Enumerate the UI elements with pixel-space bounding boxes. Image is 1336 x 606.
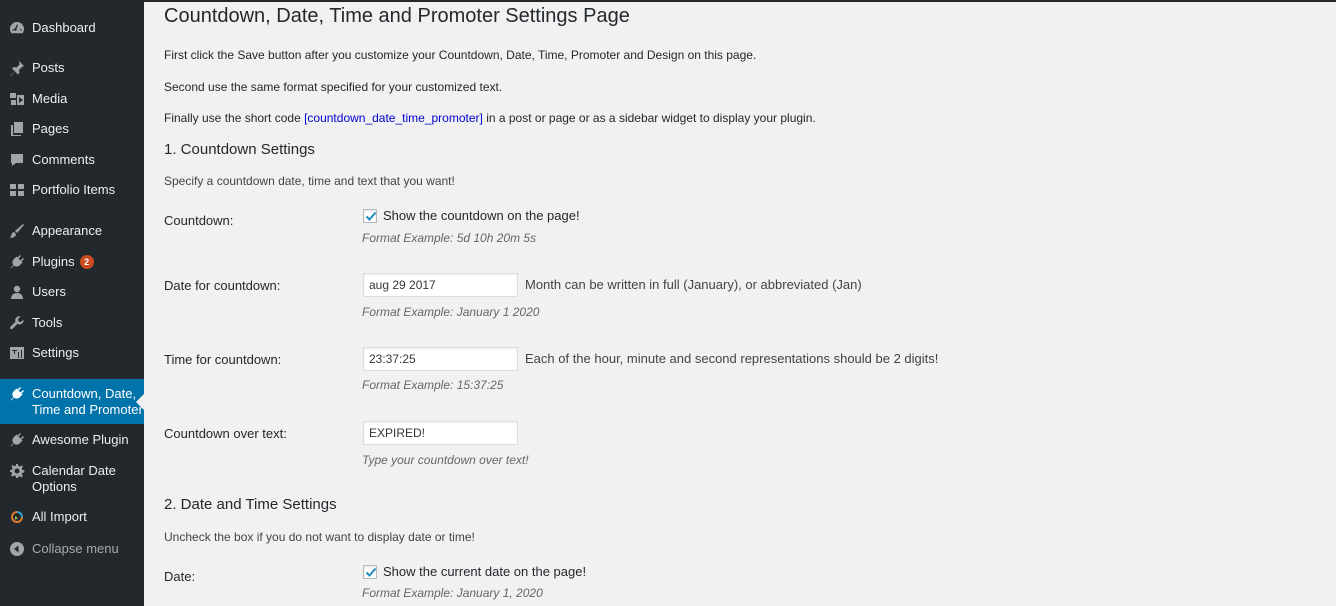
sidebar-item-label: Portfolio Items xyxy=(32,182,116,197)
sidebar-item-all-import[interactable]: All Import xyxy=(0,509,144,525)
intro-step-2: Second use the same format specified for… xyxy=(164,80,503,94)
sidebar-item-label: Plugins 2 xyxy=(32,254,94,270)
sidebar-item-label: Collapse menu xyxy=(32,541,119,556)
show-countdown-checkbox-label[interactable]: Show the countdown on the page! xyxy=(383,208,580,223)
sidebar-item-portfolio-items[interactable]: Portfolio Items xyxy=(0,182,144,198)
sidebar-item-comments[interactable]: Comments xyxy=(0,152,144,168)
sidebar-item-users[interactable]: Users xyxy=(0,284,144,300)
date-display-format-example: Format Example: January 1, 2020 xyxy=(362,586,543,600)
sidebar-item-label: Awesome Plugin xyxy=(32,432,129,447)
countdown-settings-description: Specify a countdown date, time and text … xyxy=(164,174,455,188)
sidebar-item-label: All Import xyxy=(32,509,87,524)
shortcode-link[interactable]: [countdown_date_time_promoter] xyxy=(304,111,483,125)
gear-icon xyxy=(9,463,25,479)
pin-icon xyxy=(9,60,25,76)
intro-step-1: First click the Save button after you cu… xyxy=(164,48,757,62)
countdown-over-text-label: Countdown over text: xyxy=(164,426,287,441)
import-icon xyxy=(9,509,25,525)
countdown-checkbox-row: Show the countdown on the page! xyxy=(363,208,580,223)
sidebar-item-label: Countdown, Date, Time and Promoter xyxy=(32,386,143,417)
date-format-example: Format Example: January 1 2020 xyxy=(362,305,540,319)
countdown-label: Countdown: xyxy=(164,213,234,228)
sidebar-item-label: Dashboard xyxy=(32,20,96,35)
sidebar-item-label: Users xyxy=(32,284,66,299)
comment-icon xyxy=(9,152,25,168)
date-time-settings-heading: 2. Date and Time Settings xyxy=(164,496,337,513)
time-for-countdown-label: Time for countdown: xyxy=(164,352,282,367)
pages-icon xyxy=(9,121,25,137)
sidebar-item-posts[interactable]: Posts xyxy=(0,60,144,76)
dashboard-icon xyxy=(9,20,25,36)
plugins-update-badge: 2 xyxy=(79,255,94,269)
sidebar-item-label: Tools xyxy=(32,315,63,330)
sidebar-item-awesome-plugin[interactable]: Awesome Plugin xyxy=(0,432,144,448)
countdown-over-text-example: Type your countdown over text! xyxy=(362,453,529,467)
intro-step-3: Finally use the short code [countdown_da… xyxy=(164,111,816,125)
countdown-format-example: Format Example: 5d 10h 20m 5s xyxy=(362,231,537,245)
page-title: Countdown, Date, Time and Promoter Setti… xyxy=(164,5,630,27)
time-for-countdown-input[interactable] xyxy=(363,347,518,371)
show-date-checkbox[interactable] xyxy=(363,564,377,579)
countdown-over-text-input[interactable] xyxy=(363,421,518,445)
date-label: Date: xyxy=(164,569,196,584)
main-content: Countdown, Date, Time and Promoter Setti… xyxy=(144,0,1336,606)
user-icon xyxy=(9,284,25,300)
admin-sidebar: Dashboard Posts Media Pages Comments Por… xyxy=(0,0,144,606)
sidebar-item-label: Comments xyxy=(32,152,95,167)
sidebar-item-pages[interactable]: Pages xyxy=(0,121,144,137)
date-for-countdown-hint: Month can be written in full (January), … xyxy=(525,277,862,292)
date-time-settings-description: Uncheck the box if you do not want to di… xyxy=(164,530,475,544)
sidebar-item-calendar-date-options[interactable]: Calendar Date Options xyxy=(0,463,144,495)
sidebar-item-label: Posts xyxy=(32,60,65,75)
collapse-menu-button[interactable]: Collapse menu xyxy=(0,541,144,557)
time-format-example: Format Example: 15:37:25 xyxy=(362,378,504,392)
sidebar-item-plugins[interactable]: Plugins 2 xyxy=(0,254,144,270)
brush-icon xyxy=(9,223,25,239)
sidebar-item-label: Appearance xyxy=(32,223,103,238)
date-for-countdown-input[interactable] xyxy=(363,273,518,297)
sidebar-item-tools[interactable]: Tools xyxy=(0,315,144,331)
sidebar-item-label: Settings xyxy=(32,345,79,360)
sidebar-item-countdown-date-time-promoter[interactable]: Countdown, Date, Time and Promoter xyxy=(0,379,144,424)
sidebar-item-media[interactable]: Media xyxy=(0,91,144,107)
show-countdown-checkbox[interactable] xyxy=(363,208,377,223)
top-border xyxy=(144,0,1336,2)
plugin-icon xyxy=(9,254,25,270)
sidebar-item-dashboard[interactable]: Dashboard xyxy=(0,20,144,36)
plugin-icon xyxy=(9,432,25,448)
sidebar-item-label: Calendar Date Options xyxy=(32,463,116,494)
wrench-icon xyxy=(9,315,25,331)
date-for-countdown-label: Date for countdown: xyxy=(164,278,281,293)
media-icon xyxy=(9,91,25,107)
time-for-countdown-hint: Each of the hour, minute and second repr… xyxy=(525,351,939,366)
sidebar-item-label: Pages xyxy=(32,121,69,136)
sidebar-item-appearance[interactable]: Appearance xyxy=(0,223,144,239)
settings-icon xyxy=(9,345,25,361)
collapse-icon xyxy=(9,541,25,557)
countdown-settings-heading: 1. Countdown Settings xyxy=(164,141,315,158)
date-checkbox-row: Show the current date on the page! xyxy=(363,564,586,579)
show-date-checkbox-label[interactable]: Show the current date on the page! xyxy=(383,564,586,579)
grid-icon xyxy=(9,182,25,198)
plugin-icon xyxy=(9,386,25,402)
sidebar-item-label: Media xyxy=(32,91,68,106)
sidebar-item-settings[interactable]: Settings xyxy=(0,345,144,361)
